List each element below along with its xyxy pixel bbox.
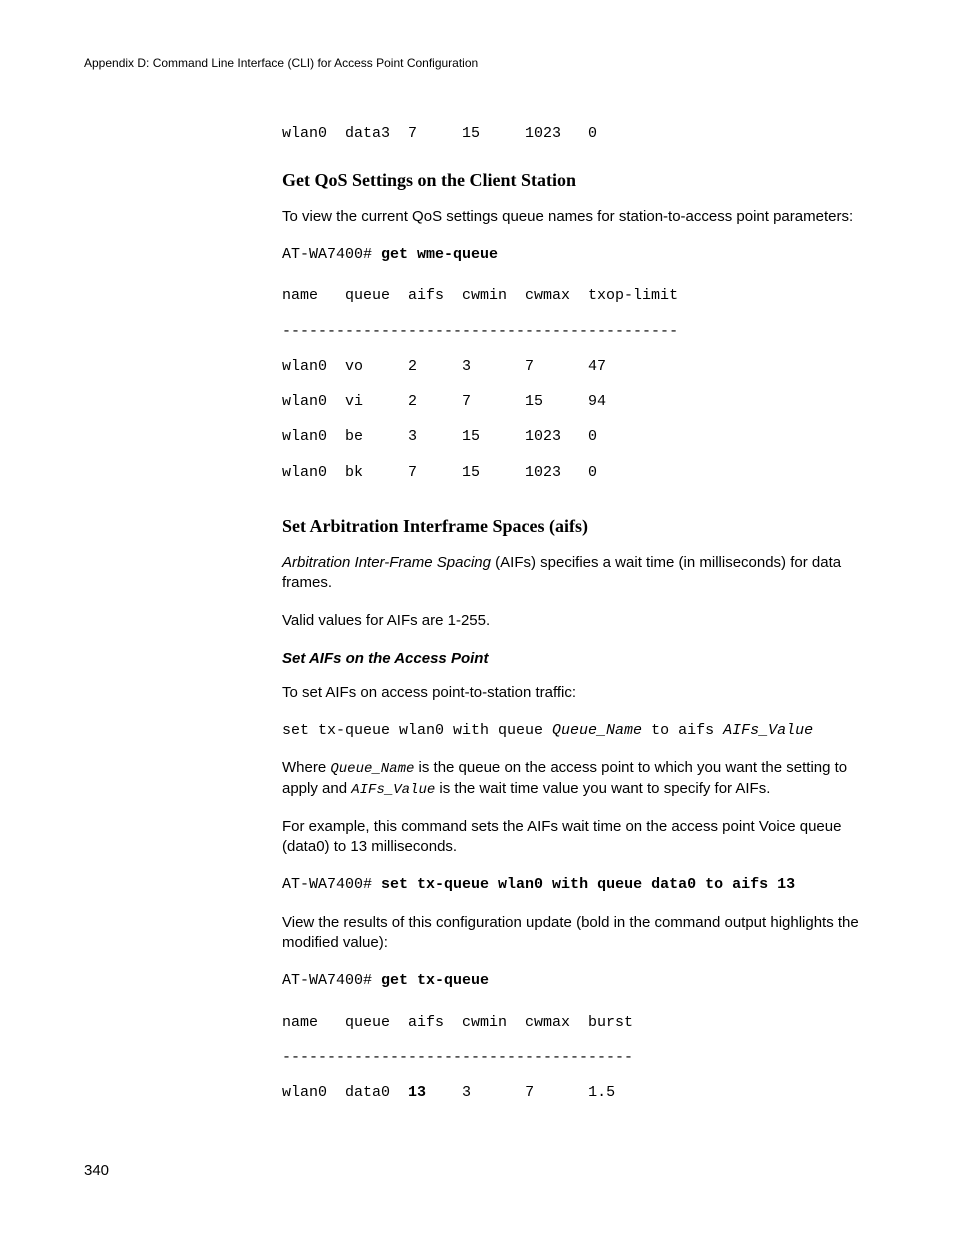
table-header: name queue aifs cwmin cwmax txop-limit: [282, 287, 678, 304]
page-number: 340: [84, 1162, 109, 1179]
command-get-wme-queue: AT-WA7400# get wme-queue: [282, 245, 862, 265]
table-row: wlan0 vo 2 3 7 47: [282, 358, 606, 375]
para-6: For example, this command sets the AIFs …: [282, 817, 862, 858]
para-2: Arbitration Inter-Frame Spacing (AIFs) s…: [282, 553, 862, 594]
command-get-tx-queue: AT-WA7400# get tx-queue: [282, 971, 862, 991]
heading-get-qos: Get QoS Settings on the Client Station: [282, 170, 862, 191]
heading-set-aifs: Set Arbitration Interframe Spaces (aifs): [282, 516, 862, 537]
table-wme-queue: name queue aifs cwmin cwmax txop-limit -…: [282, 278, 862, 490]
table-tx-queue: name queue aifs cwmin cwmax burst ------…: [282, 1005, 862, 1111]
table-rule: ----------------------------------------…: [282, 323, 678, 340]
para-3: Valid values for AIFs are 1-255.: [282, 611, 862, 631]
table-rule: ---------------------------------------: [282, 1049, 633, 1066]
subheading-set-aifs-ap: Set AIFs on the Access Point: [282, 650, 862, 667]
command-set-tx-queue-example: AT-WA7400# set tx-queue wlan0 with queue…: [282, 875, 862, 895]
para-1: To view the current QoS settings queue n…: [282, 207, 862, 227]
table-row: wlan0 be 3 15 1023 0: [282, 428, 597, 445]
data-row-top: wlan0 data3 7 15 1023 0: [282, 124, 862, 144]
para-4: To set AIFs on access point-to-station t…: [282, 683, 862, 703]
para-5: Where Queue_Name is the queue on the acc…: [282, 758, 862, 799]
table-header: name queue aifs cwmin cwmax burst: [282, 1014, 633, 1031]
table-row: wlan0 bk 7 15 1023 0: [282, 464, 597, 481]
para-7: View the results of this configuration u…: [282, 913, 862, 954]
running-header: Appendix D: Command Line Interface (CLI)…: [84, 56, 870, 70]
command-set-tx-queue-syntax: set tx-queue wlan0 with queue Queue_Name…: [282, 721, 862, 741]
table-row: wlan0 data0 13 3 7 1.5: [282, 1084, 615, 1101]
table-row: wlan0 vi 2 7 15 94: [282, 393, 606, 410]
main-content: wlan0 data3 7 15 1023 0 Get QoS Settings…: [282, 124, 862, 1111]
